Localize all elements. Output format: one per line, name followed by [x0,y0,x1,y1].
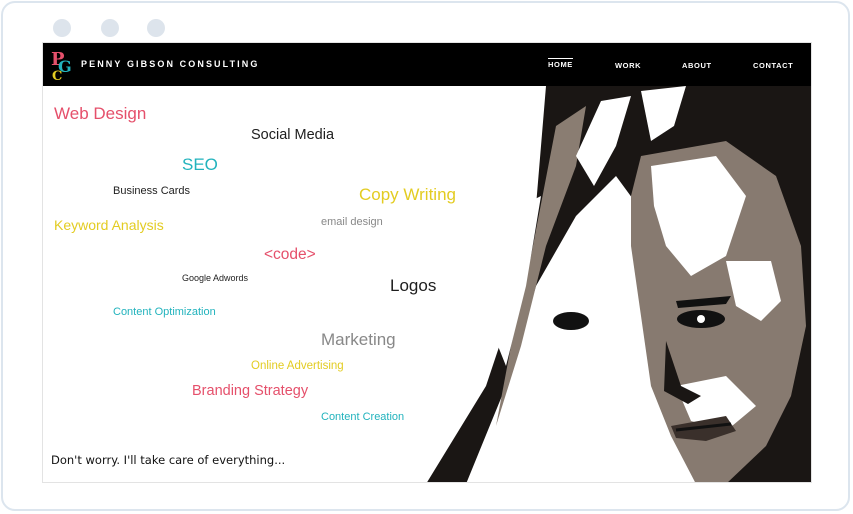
nav-contact[interactable]: CONTACT [753,61,793,70]
woman-portrait-image [427,86,811,482]
pgc-logo-icon[interactable]: P G C [49,48,77,82]
service-email-design: email design [321,216,383,228]
logo-letter-c: C [52,69,62,82]
service-code: <code> [264,246,316,263]
service-web-design: Web Design [54,104,147,123]
service-business-cards: Business Cards [113,185,191,197]
window-dot-maximize[interactable] [147,19,165,37]
service-content-optimization: Content Optimization [113,306,216,318]
service-marketing: Marketing [321,330,396,349]
window-dot-minimize[interactable] [101,19,119,37]
service-copy-writing: Copy Writing [359,185,456,204]
service-logos: Logos [390,276,437,295]
site-viewport: P G C PENNY GIBSON CONSULTING HOME WORK … [42,42,812,483]
service-online-advertising: Online Advertising [251,360,344,372]
nav-about[interactable]: ABOUT [682,61,712,70]
service-branding-strategy: Branding Strategy [192,383,309,399]
service-social-media: Social Media [251,127,335,143]
service-seo: SEO [182,155,218,174]
nav-home[interactable]: HOME [548,58,573,69]
service-content-creation: Content Creation [321,411,405,423]
tagline: Don't worry. I'll take care of everythin… [51,453,286,467]
nav-work[interactable]: WORK [615,61,641,70]
service-google-adwords: Google Adwords [182,273,249,283]
service-keyword-analysis: Keyword Analysis [54,217,164,233]
navbar: P G C PENNY GIBSON CONSULTING HOME WORK … [43,43,811,86]
brand-name[interactable]: PENNY GIBSON CONSULTING [81,59,259,69]
window-dot-close[interactable] [53,19,71,37]
